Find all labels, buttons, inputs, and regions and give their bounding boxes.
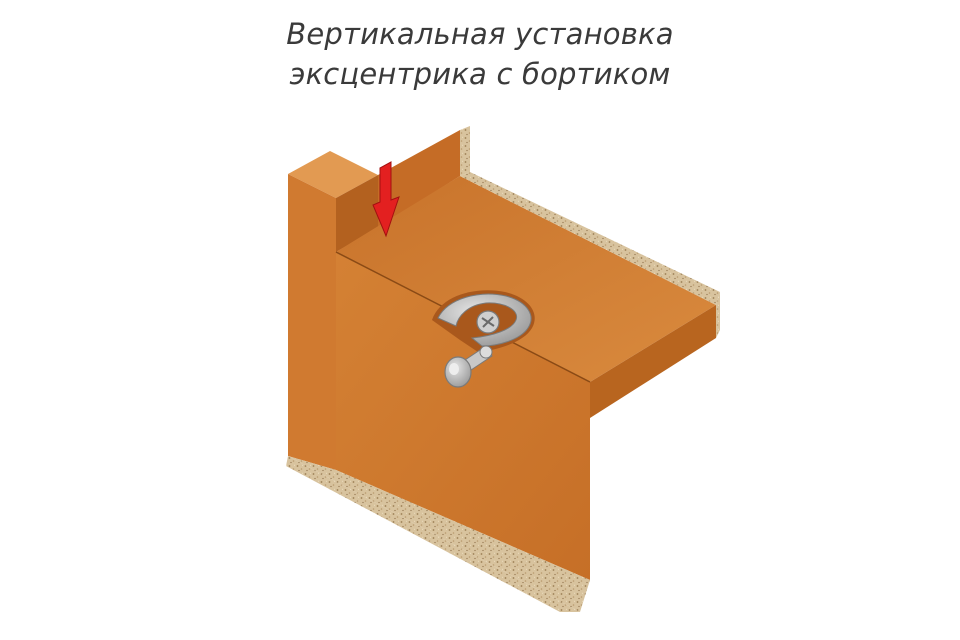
rear-panel-chip-edge <box>460 126 470 176</box>
furniture-joint-illustration <box>286 126 720 612</box>
back-panel-face <box>288 174 336 470</box>
